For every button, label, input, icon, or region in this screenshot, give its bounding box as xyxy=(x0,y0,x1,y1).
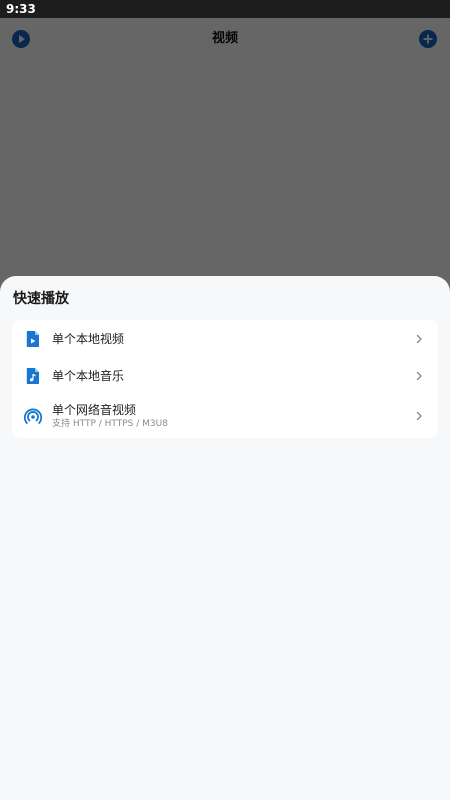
options-card: 单个本地视频 单个本地音乐 单个网络音视频 支持 HTTP / HTTPS / … xyxy=(12,320,438,438)
option-label: 单个本地音乐 xyxy=(52,369,125,383)
option-label: 单个本地视频 xyxy=(52,332,125,346)
option-local-music[interactable]: 单个本地音乐 xyxy=(12,357,438,394)
music-file-icon xyxy=(26,368,39,384)
option-label: 单个网络音视频 xyxy=(52,403,137,417)
chevron-right-icon xyxy=(416,371,422,381)
video-file-icon xyxy=(26,331,39,347)
status-bar: 9:33 xyxy=(0,0,450,18)
chevron-right-icon xyxy=(416,334,422,344)
status-time: 9:33 xyxy=(6,2,36,16)
chevron-right-icon xyxy=(416,411,422,421)
option-network-media[interactable]: 单个网络音视频 支持 HTTP / HTTPS / M3U8 xyxy=(12,394,438,438)
broadcast-icon xyxy=(24,408,42,424)
quick-play-sheet: 快速播放 单个本地视频 单个本地音乐 单个网络音视频 支持 HTTP / HTT… xyxy=(0,276,450,800)
option-local-video[interactable]: 单个本地视频 xyxy=(12,320,438,357)
option-subtitle: 支持 HTTP / HTTPS / M3U8 xyxy=(52,419,168,429)
sheet-title: 快速播放 xyxy=(13,291,69,307)
